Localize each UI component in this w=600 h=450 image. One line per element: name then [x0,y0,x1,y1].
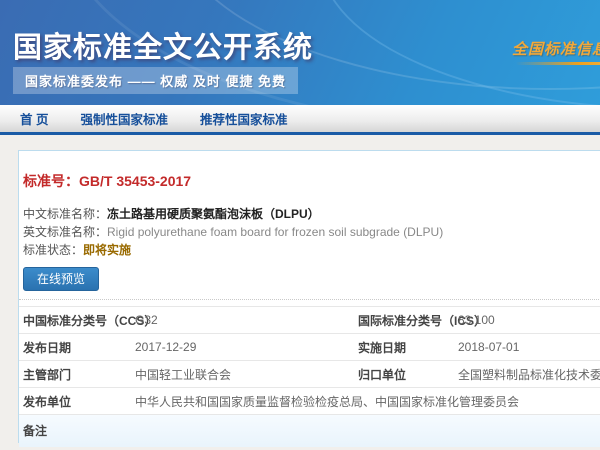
header-banner: 国家标准全文公开系统 国家标准委发布 —— 权威 及时 便捷 免费 全国标准信息 [0,0,600,105]
competent-dept-label: 主管部门 [23,366,135,383]
ccs-value: G32 [135,313,358,327]
corner-slogan: 全国标准信息 [512,38,600,59]
spec-table: 中国标准分类号（CCS） G32 国际标准分类号（ICS） 83.100 发布日… [19,306,600,447]
remarks-label: 备注 [23,422,135,439]
implement-date-value: 2018-07-01 [458,340,600,354]
table-row-publisher: 发布单位 中华人民共和国国家质量监督检验检疫总局、中国国家标准化管理委员会 [19,387,600,414]
nav-mandatory-standards[interactable]: 强制性国家标准 [80,109,168,128]
field-cn-name-label: 中文标准名称： [23,207,107,221]
table-row-remarks: 备注 [19,414,600,447]
ics-value: 83.100 [458,313,600,327]
table-row-classification: 中国标准分类号（CCS） G32 国际标准分类号（ICS） 83.100 [19,306,600,333]
table-row-departments: 主管部门 中国轻工业联合会 归口单位 全国塑料制品标准化技术委员会 [19,360,600,387]
status-badge: 即将实施 [83,243,131,257]
competent-dept-value: 中国轻工业联合会 [135,366,358,383]
standard-number: 标准号：GB/T 35453-2017 [23,171,600,191]
field-cn-name: 中文标准名称：冻土路基用硬质聚氨酯泡沫板（DLPU） [23,205,600,223]
ics-label: 国际标准分类号（ICS） [358,312,458,329]
field-cn-name-value: 冻土路基用硬质聚氨酯泡沫板（DLPU） [107,207,320,221]
table-row-dates: 发布日期 2017-12-29 实施日期 2018-07-01 [19,333,600,360]
site-subtitle: 国家标准委发布 —— 权威 及时 便捷 免费 [13,67,298,94]
field-en-name-label: 英文标准名称： [23,225,107,239]
main-nav: 首 页 强制性国家标准 推荐性国家标准 [0,105,600,135]
nav-home[interactable]: 首 页 [20,109,48,128]
field-status: 标准状态：即将实施 [23,241,600,259]
site-title: 国家标准全文公开系统 [13,24,313,66]
publisher-value: 中华人民共和国国家质量监督检验检疫总局、中国国家标准化管理委员会 [135,393,600,410]
standard-number-value: GB/T 35453-2017 [79,173,191,189]
centralized-unit-value: 全国塑料制品标准化技术委员会 [458,366,600,383]
field-en-name-value: Rigid polyurethane foam board for frozen… [107,225,443,239]
publish-date-value: 2017-12-29 [135,340,358,354]
standard-number-label: 标准号： [23,173,79,189]
online-preview-button[interactable]: 在线预览 [23,267,99,291]
corner-underline-decoration [516,62,600,65]
nav-recommended-standards[interactable]: 推荐性国家标准 [200,109,288,128]
centralized-unit-label: 归口单位 [358,366,458,383]
field-status-label: 标准状态： [23,243,83,257]
field-en-name: 英文标准名称：Rigid polyurethane foam board for… [23,223,600,241]
ccs-label: 中国标准分类号（CCS） [23,312,135,329]
publisher-label: 发布单位 [23,393,135,410]
standard-detail-card: 标准号：GB/T 35453-2017 中文标准名称：冻土路基用硬质聚氨酯泡沫板… [18,150,600,443]
implement-date-label: 实施日期 [358,339,458,356]
publish-date-label: 发布日期 [23,339,135,356]
dotted-divider [19,299,600,300]
